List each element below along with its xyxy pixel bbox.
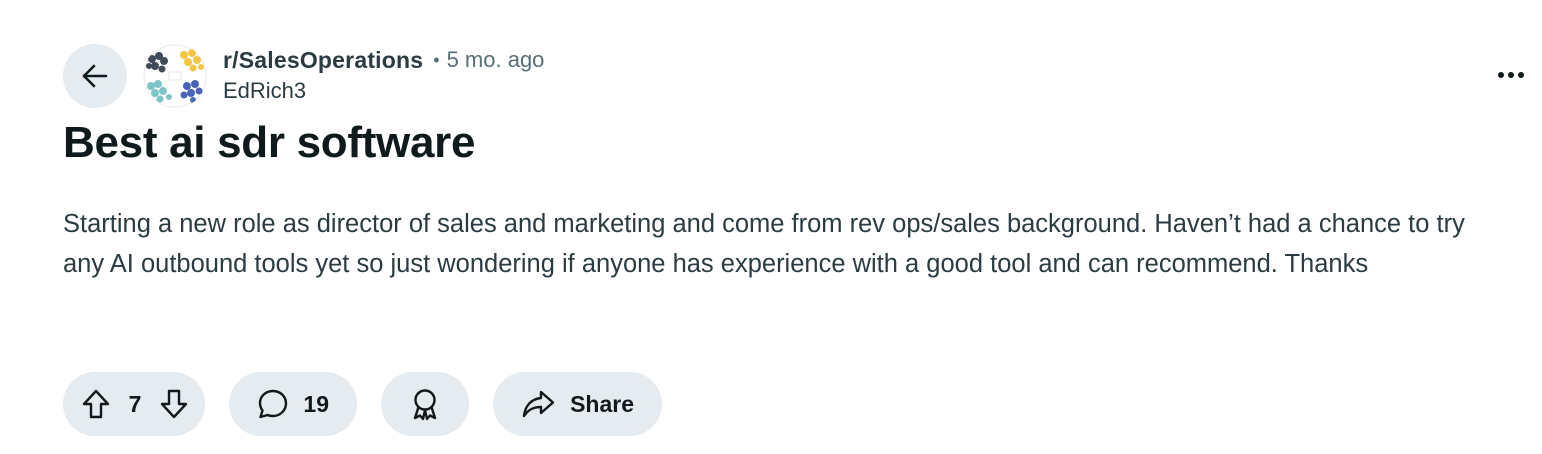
- arrow-down-icon: [159, 388, 189, 420]
- upvote-button[interactable]: [81, 388, 111, 420]
- post-action-bar: 7 19 Share: [63, 372, 662, 436]
- award-ribbon-icon: [409, 387, 441, 421]
- vote-count: 7: [128, 390, 142, 417]
- author-link[interactable]: EdRich3: [223, 78, 544, 104]
- ellipsis-icon: [1497, 71, 1525, 79]
- share-button[interactable]: Share: [493, 372, 662, 436]
- post-title: Best ai sdr software: [63, 118, 476, 167]
- share-arrow-icon: [521, 389, 555, 419]
- subreddit-avatar[interactable]: [143, 44, 207, 108]
- speech-bubble-icon: [257, 388, 289, 420]
- post-detail: r/SalesOperations • 5 mo. ago EdRich3 Be…: [0, 0, 1542, 454]
- award-button[interactable]: [381, 372, 469, 436]
- post-meta: r/SalesOperations • 5 mo. ago EdRich3: [223, 46, 544, 104]
- post-meta-line: r/SalesOperations • 5 mo. ago: [223, 46, 544, 74]
- comment-count: 19: [303, 390, 329, 417]
- arrow-left-icon: [79, 60, 111, 92]
- comments-button[interactable]: 19: [229, 372, 357, 436]
- more-options-button[interactable]: [1494, 60, 1528, 90]
- arrow-up-icon: [81, 388, 111, 420]
- post-body: Starting a new role as director of sales…: [63, 210, 1465, 278]
- meta-separator: •: [433, 49, 440, 70]
- back-button[interactable]: [63, 44, 127, 108]
- subreddit-link[interactable]: r/SalesOperations: [223, 47, 423, 74]
- post-timestamp: 5 mo. ago: [446, 47, 545, 72]
- vote-control: 7: [63, 372, 205, 436]
- share-label: Share: [570, 390, 634, 417]
- downvote-button[interactable]: [159, 388, 189, 420]
